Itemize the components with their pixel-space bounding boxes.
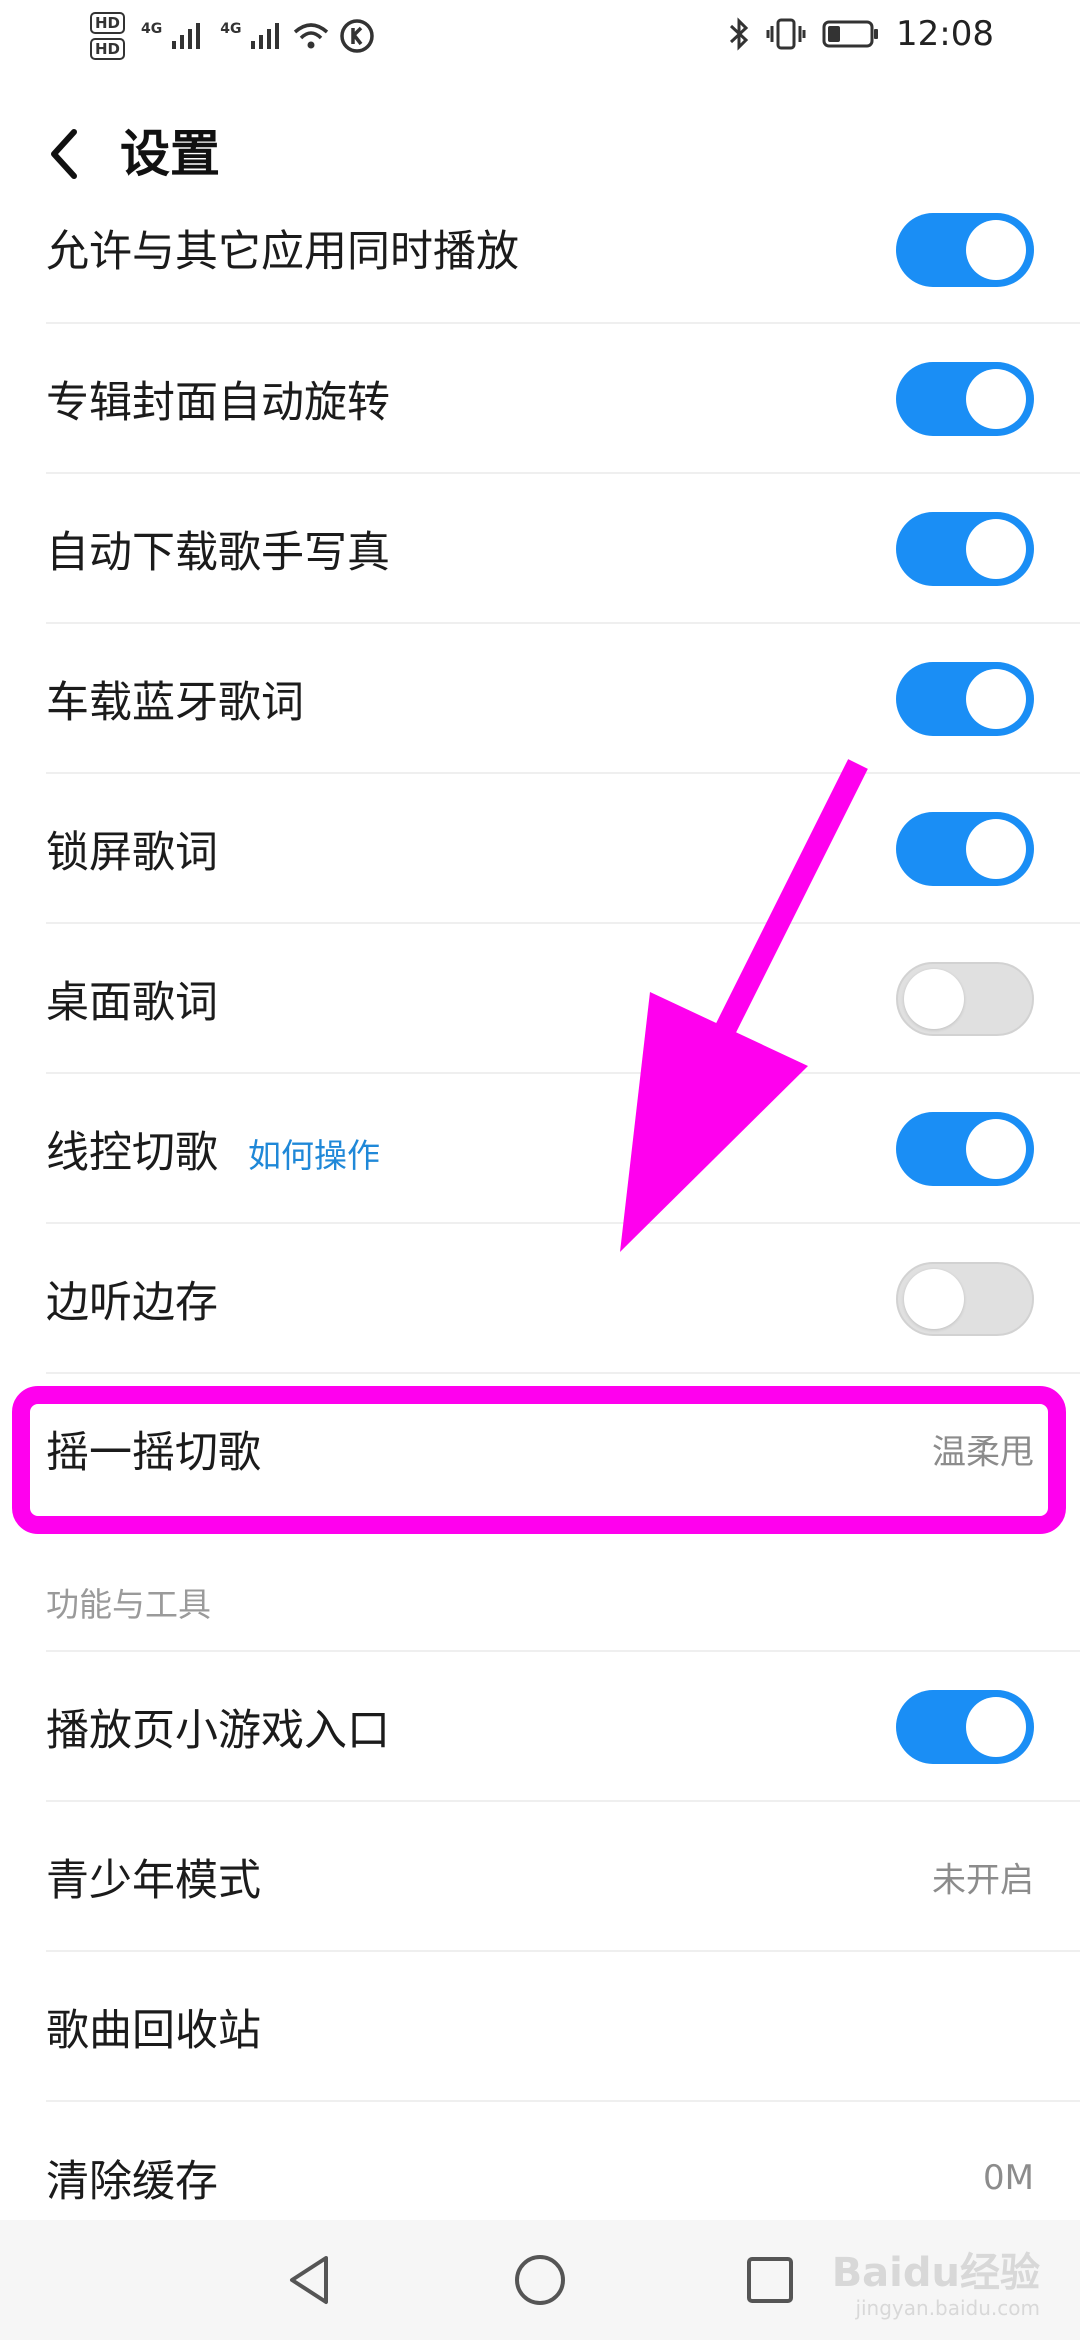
wifi-icon <box>294 23 329 49</box>
toggle-knob <box>966 220 1026 280</box>
toggle-switch[interactable] <box>896 1690 1034 1764</box>
nav-home-icon[interactable] <box>510 2250 570 2310</box>
baidu-watermark: Baidu经验 <box>831 2250 1040 2296</box>
nav-recents-icon[interactable] <box>740 2250 800 2310</box>
network-4g-label-2: 4G <box>220 21 242 37</box>
vibrate-icon <box>766 18 806 50</box>
setting-row-download-photos[interactable]: 自动下载歌手写真 <box>0 474 1080 624</box>
how-to-link[interactable]: 如何操作 <box>248 1136 380 1175</box>
back-arrow-icon[interactable] <box>44 126 84 182</box>
toggle-switch[interactable] <box>896 1112 1034 1186</box>
section-title-tools: 功能与工具 <box>46 1585 211 1624</box>
setting-row-wire-control[interactable]: 线控切歌 如何操作 <box>0 1074 1080 1224</box>
setting-label: 桌面歌词 <box>46 978 218 1028</box>
toggle-knob <box>966 519 1026 579</box>
toggle-switch[interactable] <box>896 1262 1034 1336</box>
setting-value: 0M <box>983 2158 1034 2198</box>
setting-label: 清除缓存 <box>46 2157 218 2207</box>
setting-label: 边听边存 <box>46 1278 218 1328</box>
network-4g-label-1: 4G <box>141 21 163 37</box>
nav-back-icon[interactable] <box>280 2250 340 2310</box>
bluetooth-icon <box>729 17 749 51</box>
setting-value: 未开启 <box>932 1860 1034 1901</box>
highlight-annotation-box <box>12 1386 1066 1534</box>
toggle-knob <box>966 1119 1026 1179</box>
setting-label: 播放页小游戏入口 <box>46 1706 390 1756</box>
setting-label: 锁屏歌词 <box>46 828 218 878</box>
toggle-knob <box>966 669 1026 729</box>
toggle-switch[interactable] <box>896 962 1034 1036</box>
setting-row-car-bluetooth-lyrics[interactable]: 车载蓝牙歌词 <box>0 624 1080 774</box>
battery-icon <box>822 20 879 48</box>
toggle-switch[interactable] <box>896 662 1034 736</box>
setting-row-clear-cache[interactable]: 清除缓存 0M <box>0 2102 1080 2220</box>
setting-row-play-with-others[interactable]: 允许与其它应用同时播放 <box>0 176 1080 324</box>
toggle-knob <box>904 1269 964 1329</box>
hd1-icon: HD <box>90 12 126 34</box>
setting-label: 线控切歌 如何操作 <box>46 1118 380 1180</box>
toggle-switch[interactable] <box>896 362 1034 436</box>
setting-label: 车载蓝牙歌词 <box>46 678 304 728</box>
toggle-switch[interactable] <box>896 512 1034 586</box>
k-circle-icon <box>340 19 375 53</box>
setting-label: 专辑封面自动旋转 <box>46 378 390 428</box>
setting-row-desktop-lyrics[interactable]: 桌面歌词 <box>0 924 1080 1074</box>
setting-label: 允许与其它应用同时播放 <box>46 227 519 277</box>
toggle-knob <box>966 369 1026 429</box>
setting-row-recycle-bin[interactable]: 歌曲回收站 <box>0 1952 1080 2102</box>
signal-icon-2 <box>251 23 280 49</box>
hd-indicators: HD HD <box>90 12 126 60</box>
setting-row-mini-game[interactable]: 播放页小游戏入口 <box>0 1652 1080 1802</box>
status-right: 12:08 <box>728 14 994 54</box>
status-left: HD HD 4G 4G <box>90 12 375 60</box>
setting-row-album-rotate[interactable]: 专辑封面自动旋转 <box>0 324 1080 474</box>
status-bar: HD HD 4G 4G 12:08 <box>0 0 1080 84</box>
hd2-icon: HD <box>90 38 126 60</box>
signal-icon-1 <box>172 23 201 49</box>
toggle-knob <box>966 1697 1026 1757</box>
setting-label-text: 线控切歌 <box>46 1128 218 1178</box>
system-nav-bar: Baidu经验 jingyan.baidu.com <box>0 2220 1080 2340</box>
status-time: 12:08 <box>896 14 994 54</box>
toggle-switch[interactable] <box>896 812 1034 886</box>
baidu-watermark-url: jingyan.baidu.com <box>855 2296 1040 2320</box>
toggle-knob <box>966 819 1026 879</box>
setting-row-listen-and-save[interactable]: 边听边存 <box>0 1224 1080 1374</box>
setting-label: 自动下载歌手写真 <box>46 528 390 578</box>
setting-label: 歌曲回收站 <box>46 2006 261 2056</box>
toggle-switch[interactable] <box>896 213 1034 287</box>
setting-row-lockscreen-lyrics[interactable]: 锁屏歌词 <box>0 774 1080 924</box>
setting-row-teen-mode[interactable]: 青少年模式 未开启 <box>0 1802 1080 1952</box>
setting-label: 青少年模式 <box>46 1856 261 1906</box>
toggle-knob <box>904 969 964 1029</box>
